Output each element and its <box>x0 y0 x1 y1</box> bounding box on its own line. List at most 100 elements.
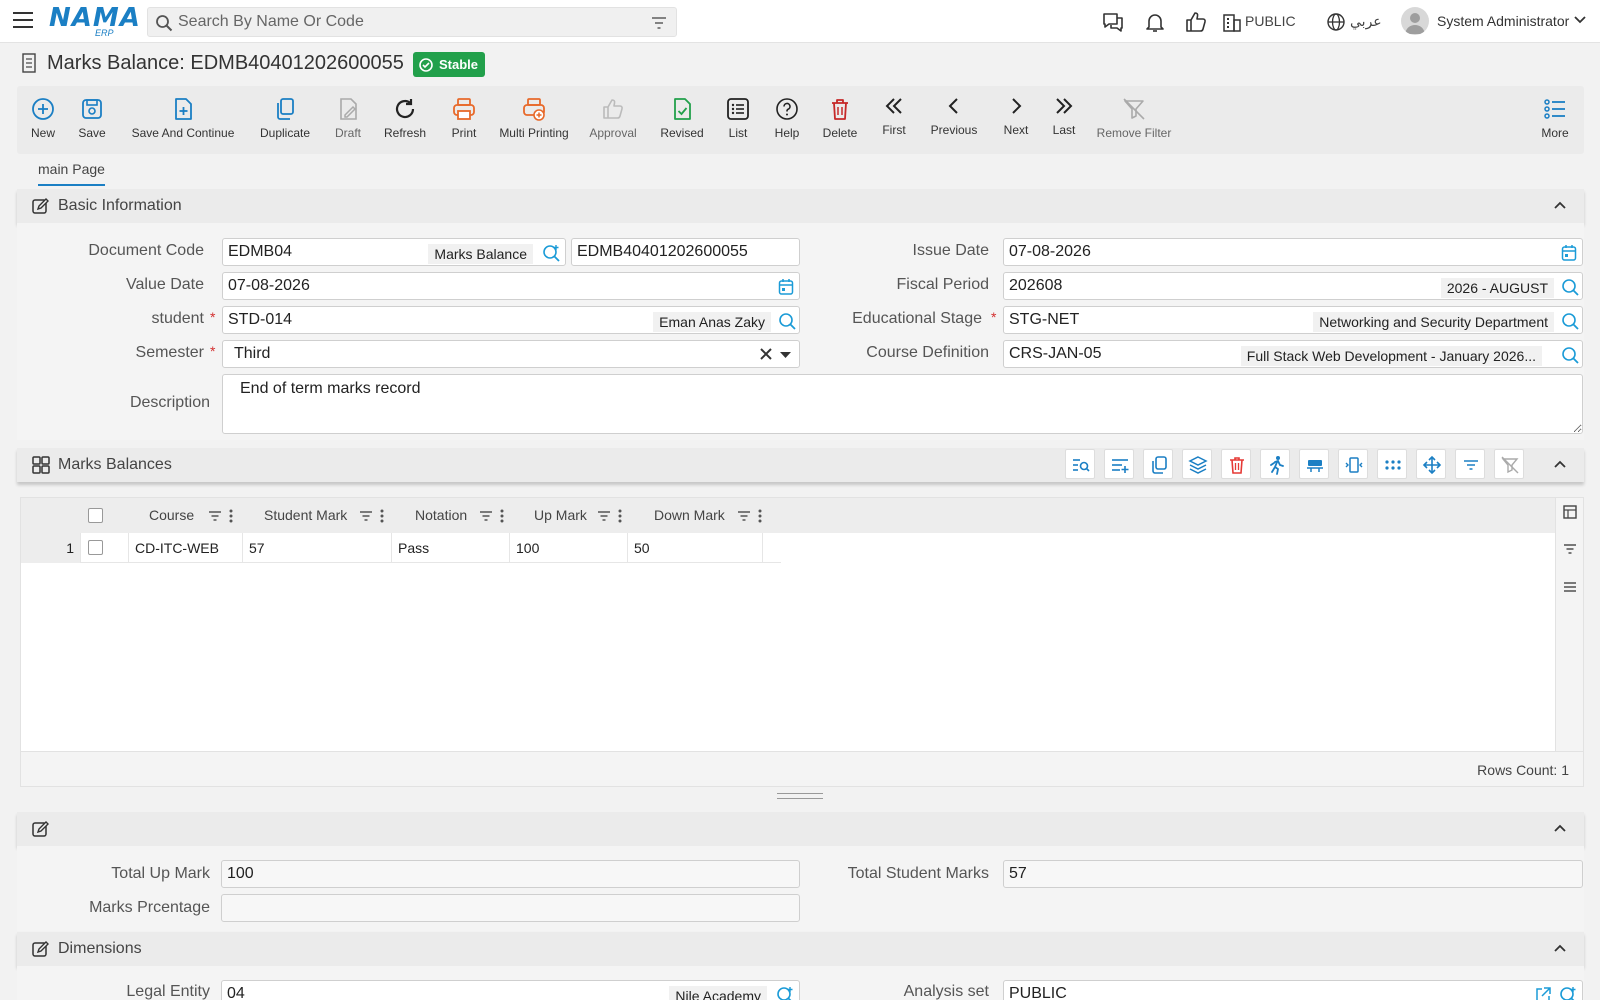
grid-remove-filter-button[interactable] <box>1494 449 1524 479</box>
chevron-up-icon[interactable] <box>1554 201 1566 210</box>
cell-up-mark[interactable]: 100 <box>510 533 628 563</box>
chevron-up-icon[interactable] <box>1554 944 1566 953</box>
search-plus-icon[interactable] <box>776 986 794 1000</box>
grid-move-button[interactable] <box>1416 449 1446 479</box>
grid-run-button[interactable] <box>1260 449 1290 479</box>
search-plus-icon[interactable] <box>542 244 560 262</box>
remove-filter-button[interactable]: Remove Filter <box>1092 86 1176 154</box>
filter-icon[interactable] <box>1563 543 1577 555</box>
chevron-up-icon[interactable] <box>1554 460 1566 469</box>
more-vertical-icon[interactable] <box>618 509 622 523</box>
grid-layers-button[interactable] <box>1182 449 1212 479</box>
column-header-up-mark[interactable]: Up Mark <box>534 498 587 533</box>
print-button[interactable]: Print <box>444 86 484 154</box>
dimensions-header[interactable]: Dimensions <box>17 932 1584 966</box>
caret-down-icon[interactable] <box>780 351 791 359</box>
filter-icon[interactable] <box>208 510 222 522</box>
document-number-field[interactable]: EDMB40401202600055 <box>571 238 800 266</box>
search-icon[interactable] <box>1561 312 1579 330</box>
previous-button[interactable]: Previous <box>926 86 982 154</box>
table-row[interactable]: 1 CD-ITC-WEB 57 Pass 100 50 <box>21 533 781 563</box>
filter-icon[interactable] <box>479 510 493 522</box>
first-button[interactable]: First <box>877 86 911 154</box>
menu-icon[interactable] <box>13 12 33 28</box>
list-button[interactable]: List <box>723 86 753 154</box>
calendar-icon[interactable] <box>1561 244 1577 262</box>
menu-icon[interactable] <box>1563 581 1577 593</box>
multi-printing-button[interactable]: Multi Printing <box>494 86 574 154</box>
grid-search-button[interactable] <box>1065 449 1095 479</box>
filter-icon[interactable] <box>597 510 611 522</box>
column-header-notation[interactable]: Notation <box>415 498 467 533</box>
duplicate-button[interactable]: Duplicate <box>256 86 314 154</box>
columns-icon[interactable] <box>1563 505 1577 519</box>
resize-handle[interactable] <box>777 793 823 799</box>
grid-dots-button[interactable] <box>1377 449 1407 479</box>
calendar-icon[interactable] <box>778 278 794 296</box>
legal-entity-field[interactable]: 04 Nile Academy <box>221 980 800 1000</box>
marks-percentage-field[interactable] <box>221 894 800 922</box>
save-and-continue-button[interactable]: Save And Continue <box>130 86 236 154</box>
next-button[interactable]: Next <box>1000 86 1032 154</box>
chevron-down-icon[interactable] <box>1574 15 1586 25</box>
grid-add-row-button[interactable] <box>1104 449 1134 479</box>
more-vertical-icon[interactable] <box>380 509 384 523</box>
save-button[interactable]: Save <box>74 86 110 154</box>
avatar[interactable] <box>1401 7 1429 35</box>
more-vertical-icon[interactable] <box>500 509 504 523</box>
thumbs-up-icon[interactable] <box>1184 10 1208 34</box>
select-all-checkbox[interactable] <box>88 508 103 523</box>
language-switch[interactable]: عربي <box>1350 13 1382 30</box>
chat-icon[interactable] <box>1101 10 1125 34</box>
educational-stage-field[interactable]: STG-NET Networking and Security Departme… <box>1003 306 1583 334</box>
semester-select[interactable]: Third <box>222 340 800 368</box>
filter-icon[interactable] <box>737 510 751 522</box>
delete-button[interactable]: Delete <box>820 86 860 154</box>
grid-fit-button[interactable] <box>1338 449 1368 479</box>
clear-icon[interactable] <box>759 347 773 361</box>
draft-button[interactable]: Draft <box>328 86 368 154</box>
search-input[interactable] <box>178 11 628 33</box>
fiscal-period-field[interactable]: 202608 2026 - AUGUST <box>1003 272 1583 300</box>
value-date-field[interactable]: 07-08-2026 <box>222 272 800 300</box>
student-field[interactable]: STD-014 Eman Anas Zaky <box>222 306 800 334</box>
external-link-icon[interactable] <box>1534 986 1552 1000</box>
search-icon[interactable] <box>778 312 796 330</box>
grid-delete-button[interactable] <box>1221 449 1251 479</box>
user-name[interactable]: System Administrator <box>1437 13 1569 29</box>
tab-main-page[interactable]: main Page <box>38 161 105 186</box>
total-up-mark-field[interactable]: 100 <box>221 860 800 888</box>
search-icon[interactable] <box>1561 278 1579 296</box>
more-button[interactable]: More <box>1538 86 1572 154</box>
filter-icon[interactable] <box>651 16 667 30</box>
chevron-up-icon[interactable] <box>1554 824 1566 833</box>
search-plus-icon[interactable] <box>1559 986 1577 1000</box>
company-label[interactable]: PUBLIC <box>1245 13 1296 29</box>
filter-icon[interactable] <box>359 510 373 522</box>
column-header-down-mark[interactable]: Down Mark <box>654 498 725 533</box>
description-textarea[interactable]: End of term marks record <box>222 374 1583 434</box>
document-code-field[interactable]: EDMB04 Marks Balance <box>222 238 566 266</box>
analysis-set-field[interactable]: PUBLIC <box>1003 980 1583 1000</box>
grid-copy-button[interactable] <box>1143 449 1173 479</box>
course-definition-field[interactable]: CRS-JAN-05 Full Stack Web Development - … <box>1003 340 1583 368</box>
more-vertical-icon[interactable] <box>229 509 233 523</box>
refresh-button[interactable]: Refresh <box>380 86 430 154</box>
grid-filter-button[interactable] <box>1455 449 1485 479</box>
basic-information-header[interactable]: Basic Information <box>17 189 1584 223</box>
cell-course[interactable]: CD-ITC-WEB <box>129 533 243 563</box>
bell-icon[interactable] <box>1143 10 1167 34</box>
revised-button[interactable]: Revised <box>654 86 710 154</box>
last-button[interactable]: Last <box>1048 86 1080 154</box>
cell-student-mark[interactable]: 57 <box>243 533 392 563</box>
issue-date-field[interactable]: 07-08-2026 <box>1003 238 1583 266</box>
help-button[interactable]: Help <box>771 86 803 154</box>
search-icon[interactable] <box>1561 346 1579 364</box>
approval-button[interactable]: Approval <box>585 86 641 154</box>
cell-notation[interactable]: Pass <box>392 533 510 563</box>
row-checkbox[interactable] <box>88 540 103 555</box>
app-logo[interactable]: NAMA ERP <box>49 5 141 38</box>
total-student-marks-field[interactable]: 57 <box>1003 860 1583 888</box>
new-button[interactable]: New <box>25 86 61 154</box>
column-header-student-mark[interactable]: Student Mark <box>264 498 347 533</box>
